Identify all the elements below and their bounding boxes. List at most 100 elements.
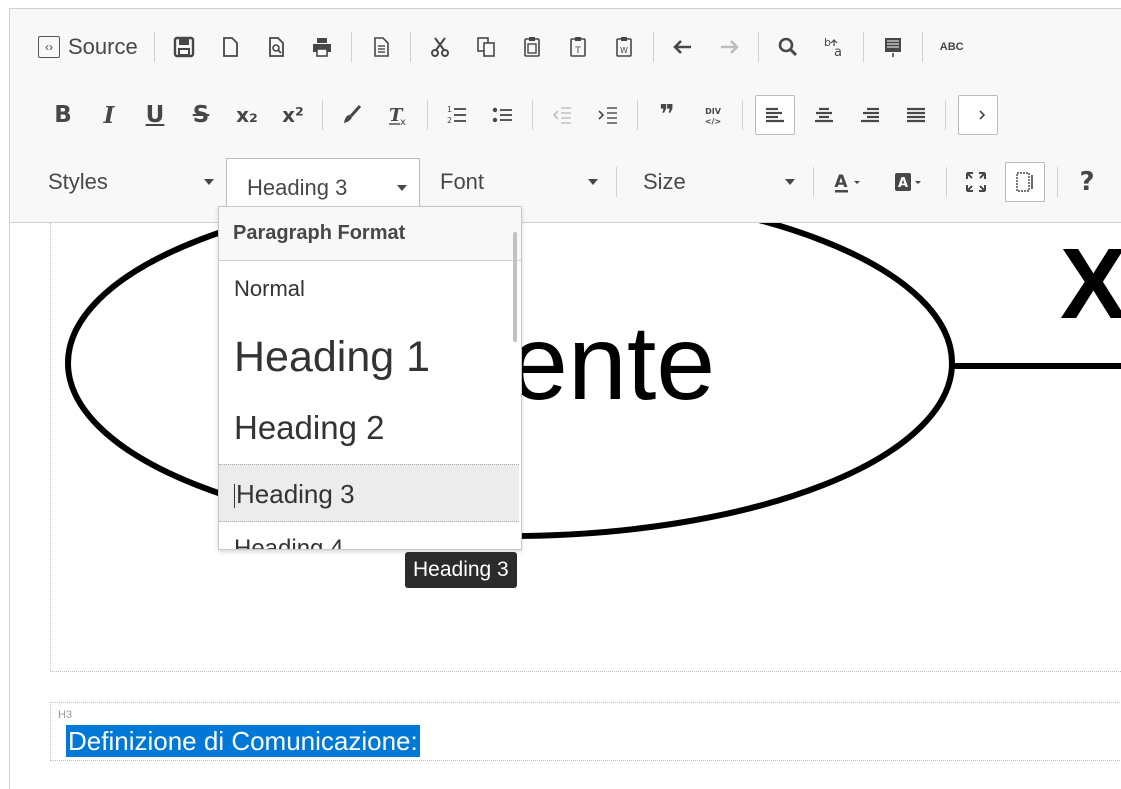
chevron-down-icon xyxy=(397,184,407,191)
remove-format-button[interactable]: Tx xyxy=(381,98,415,132)
blockquote-icon: ❞ xyxy=(659,100,675,130)
outdent-icon xyxy=(552,107,571,124)
toolbar-separator xyxy=(742,100,743,130)
underline-icon: U xyxy=(145,102,165,128)
subscript-icon: x₂ xyxy=(236,103,258,127)
strike-button[interactable]: S xyxy=(184,98,218,132)
replace-button[interactable]: ba xyxy=(817,30,851,64)
select-all-button[interactable] xyxy=(876,30,910,64)
templates-icon xyxy=(373,37,389,57)
maximize-icon xyxy=(966,172,986,192)
find-button[interactable] xyxy=(771,30,805,64)
bold-icon: B xyxy=(54,102,72,128)
copy-icon xyxy=(476,37,495,57)
editor-toolbar: ‹› Source T W b a ABC B I U S x₂ x² T x … xyxy=(10,9,1121,223)
replace-icon: ba xyxy=(824,36,842,59)
italic-icon: I xyxy=(103,101,115,129)
subscript-button[interactable]: x₂ xyxy=(230,98,264,132)
text-direction-button[interactable] xyxy=(958,95,998,135)
svg-text:b: b xyxy=(824,36,831,49)
redo-button[interactable] xyxy=(712,30,746,64)
spellcheck-button[interactable]: ABC xyxy=(935,30,969,64)
toolbar-separator xyxy=(322,100,323,130)
div-container-button[interactable]: DIV </> xyxy=(696,98,730,132)
print-button[interactable] xyxy=(305,30,339,64)
italic-button[interactable]: I xyxy=(92,98,126,132)
bg-color-icon: A xyxy=(895,173,921,191)
copy-button[interactable] xyxy=(469,30,503,64)
bg-color-button[interactable]: A xyxy=(886,165,934,199)
cut-button[interactable] xyxy=(423,30,457,64)
format-option-heading-4[interactable]: Heading 4 xyxy=(219,529,519,549)
styles-combo[interactable]: Styles xyxy=(36,159,226,205)
toolbar-separator xyxy=(153,32,155,62)
toolbar-separator xyxy=(757,32,759,62)
text-caret xyxy=(234,484,235,509)
div-container-icon: DIV</> xyxy=(705,107,722,126)
strikethrough-icon: S xyxy=(192,102,210,128)
editor-content-area[interactable]: gente X H3 Definizione di Comunicazione: xyxy=(10,223,1121,780)
save-icon xyxy=(173,36,194,58)
show-blocks-button[interactable] xyxy=(1005,162,1045,202)
about-button[interactable]: ? xyxy=(1070,165,1104,199)
toolbar-separator xyxy=(1057,167,1058,197)
outdent-button[interactable] xyxy=(545,98,579,132)
preview-button[interactable] xyxy=(259,30,293,64)
svg-text:W: W xyxy=(620,46,628,55)
blockquote-button[interactable]: ❞ xyxy=(650,98,684,132)
source-label: Source xyxy=(68,34,138,59)
new-page-icon xyxy=(222,37,238,57)
align-center-button[interactable] xyxy=(807,98,841,132)
source-button[interactable]: ‹› Source xyxy=(38,34,138,60)
save-button[interactable] xyxy=(167,30,201,64)
toolbar-separator xyxy=(921,32,923,62)
bold-button[interactable]: B xyxy=(46,98,80,132)
svg-text:A: A xyxy=(898,176,908,191)
toolbar-separator xyxy=(813,167,814,197)
align-left-icon xyxy=(766,107,784,123)
font-combo[interactable]: Font xyxy=(420,159,610,205)
paste-text-button[interactable]: T xyxy=(561,30,595,64)
svg-text:T: T xyxy=(574,46,581,56)
underline-button[interactable]: U xyxy=(138,98,172,132)
paste-word-icon: W xyxy=(615,37,632,57)
selected-heading-text[interactable]: Definizione di Comunicazione: xyxy=(66,725,420,757)
paste-word-button[interactable]: W xyxy=(607,30,641,64)
numbered-list-icon: 12 xyxy=(447,105,466,125)
maximize-button[interactable] xyxy=(959,165,993,199)
undo-button[interactable] xyxy=(666,30,700,64)
format-option-heading-2[interactable]: Heading 2 xyxy=(219,398,519,458)
indent-button[interactable] xyxy=(591,98,625,132)
format-option-heading-3[interactable]: Heading 3 xyxy=(219,464,519,522)
bulleted-list-icon xyxy=(492,107,512,123)
paste-button[interactable] xyxy=(515,30,549,64)
indent-icon xyxy=(598,107,617,124)
spellcheck-icon: ABC xyxy=(939,41,964,53)
toolbar-separator xyxy=(350,32,352,62)
justify-button[interactable] xyxy=(899,98,933,132)
chevron-down-icon xyxy=(588,179,598,185)
align-right-button[interactable] xyxy=(853,98,887,132)
toolbar-row-2: B I U S x₂ x² Tx 12 ❞ DIV </> xyxy=(40,93,1004,137)
toolbar-separator xyxy=(427,100,428,130)
new-page-button[interactable] xyxy=(213,30,247,64)
text-color-button[interactable]: A xyxy=(826,165,874,199)
format-option-heading-3-label: Heading 3 xyxy=(236,479,355,509)
superscript-button[interactable]: x² xyxy=(276,98,310,132)
text-color-icon: A xyxy=(834,172,860,193)
svg-text:DIV: DIV xyxy=(705,107,722,116)
templates-button[interactable] xyxy=(364,30,398,64)
svg-text:</>: </> xyxy=(705,117,721,126)
bulleted-list-button[interactable] xyxy=(486,98,520,132)
align-left-button[interactable] xyxy=(755,95,795,135)
numbered-list-button[interactable]: 12 xyxy=(440,98,474,132)
format-option-heading-1[interactable]: Heading 1 xyxy=(219,319,519,395)
diagram-image: gente X xyxy=(65,223,1121,539)
styles-combo-label: Styles xyxy=(48,169,108,194)
size-combo[interactable]: Size xyxy=(623,159,807,205)
help-icon: ? xyxy=(1079,167,1095,197)
block-tag-label: H3 xyxy=(58,709,73,721)
svg-text:A: A xyxy=(834,172,848,192)
copy-format-button[interactable] xyxy=(335,98,369,132)
format-option-normal[interactable]: Normal xyxy=(219,265,519,313)
